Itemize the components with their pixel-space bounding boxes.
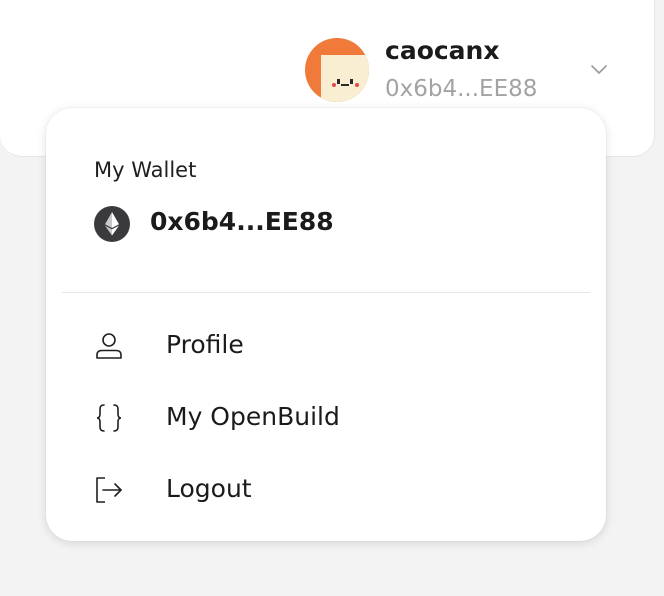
menu-item-label: Profile <box>166 330 244 359</box>
avatar-blush-left <box>332 83 336 87</box>
menu-item-label: Logout <box>166 474 252 503</box>
user-dropdown-menu: My Wallet 0x6b4...EE88 Profile My OpenBu… <box>46 108 606 541</box>
menu-item-label: My OpenBuild <box>166 402 340 431</box>
chevron-down-icon[interactable] <box>590 60 608 78</box>
wallet-section-title: My Wallet <box>94 158 197 182</box>
header-wallet-address: 0x6b4...EE88 <box>385 76 538 102</box>
avatar-eye-right <box>350 79 353 84</box>
braces-icon <box>96 404 122 432</box>
username[interactable]: caocanx <box>385 36 499 65</box>
avatar-eye-left <box>337 79 340 84</box>
divider <box>62 292 590 293</box>
avatar-face <box>321 55 369 102</box>
user-icon <box>96 333 122 359</box>
wallet-address[interactable]: 0x6b4...EE88 <box>150 207 334 236</box>
ethereum-icon <box>94 206 130 242</box>
menu-item-logout[interactable]: Logout <box>62 461 590 519</box>
menu-item-my-openbuild[interactable]: My OpenBuild <box>62 389 590 447</box>
avatar-mouth <box>341 84 349 86</box>
menu-item-profile[interactable]: Profile <box>62 317 590 375</box>
logout-icon <box>96 477 122 503</box>
avatar[interactable] <box>305 38 369 102</box>
avatar-blush-right <box>355 83 359 87</box>
